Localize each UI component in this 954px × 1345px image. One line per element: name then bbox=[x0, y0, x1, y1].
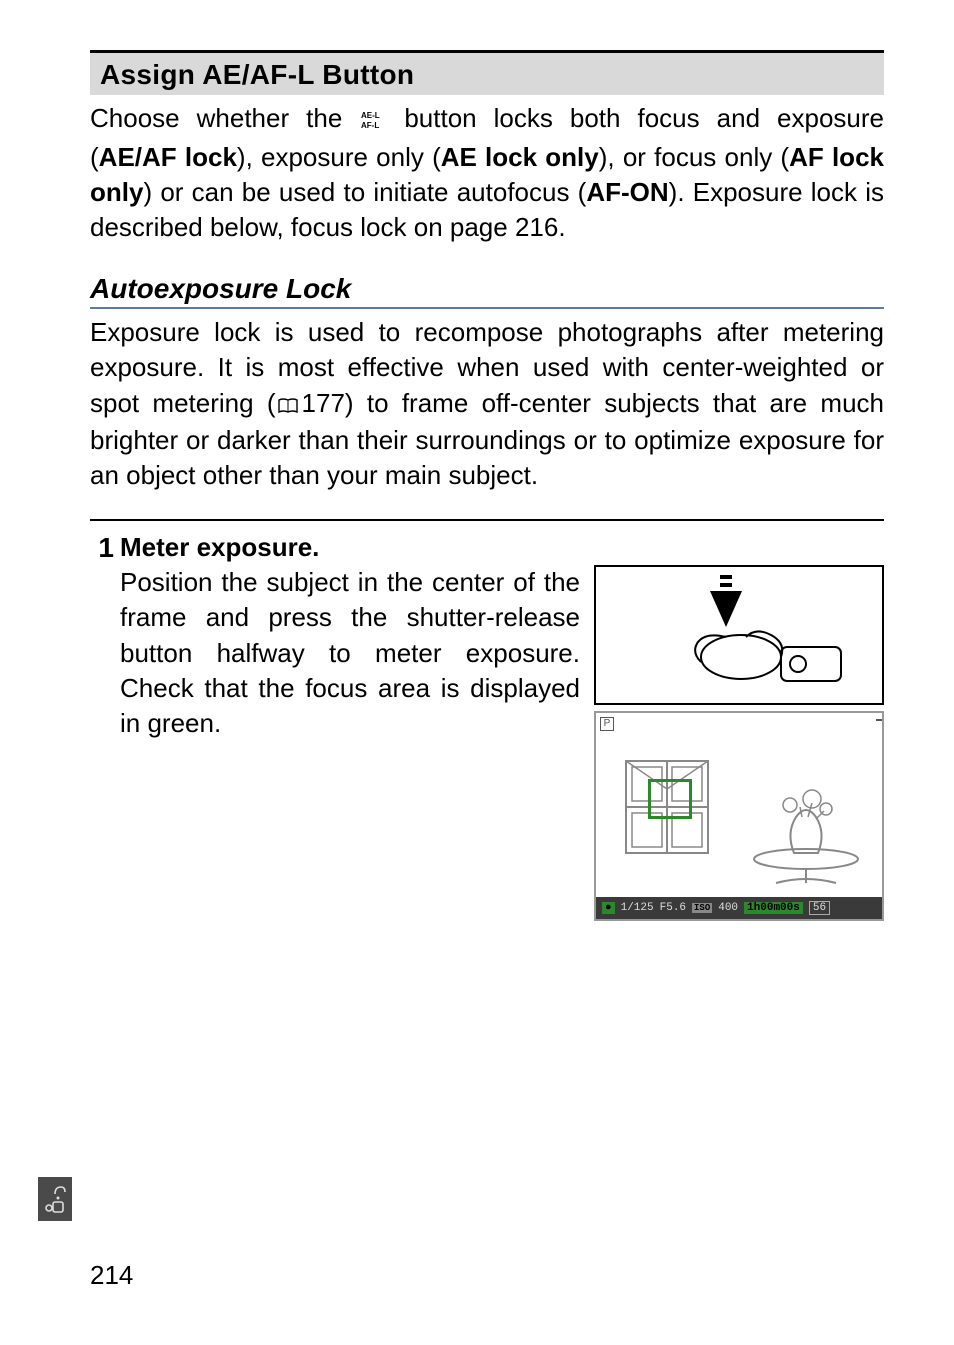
intro-bold-1: AE/AF lock bbox=[99, 142, 237, 172]
intro-text-4: ), or focus only ( bbox=[599, 142, 789, 172]
page-number: 214 bbox=[90, 1260, 133, 1291]
intro-bold-4: AF-ON bbox=[586, 177, 668, 207]
page-ref-number: 177 bbox=[302, 388, 345, 418]
subsection-paragraph: Exposure lock is used to recompose photo… bbox=[90, 315, 884, 492]
intro-bold-2: AE lock only bbox=[441, 142, 599, 172]
step-number: 1 bbox=[90, 531, 120, 922]
step-title: Meter exposure. bbox=[120, 531, 884, 564]
rec-time-readout: 1h00m00s bbox=[744, 902, 803, 914]
ae-l-af-l-glyph: AE-LAF-L bbox=[361, 105, 385, 140]
iso-label: ISO bbox=[692, 903, 712, 913]
vase-table-illustration bbox=[716, 763, 866, 893]
figure-viewfinder: P bbox=[594, 711, 884, 921]
subsection-heading: Autoexposure Lock bbox=[90, 273, 884, 309]
tick-mark bbox=[876, 719, 882, 721]
focus-area-indicator bbox=[648, 779, 692, 819]
aperture-readout: F5.6 bbox=[660, 902, 686, 914]
section-tab-icon bbox=[38, 1177, 72, 1221]
remaining-readout: 56 bbox=[809, 901, 830, 915]
mode-indicator: P bbox=[600, 717, 614, 731]
focus-confirm-dot: ● bbox=[602, 902, 615, 914]
svg-text:AE-L: AE-L bbox=[361, 111, 380, 120]
page-ref-icon bbox=[278, 388, 298, 423]
intro-text-1: Choose whether the bbox=[90, 103, 359, 133]
figure-column: P bbox=[594, 565, 884, 921]
shutter-speed-readout: 1/125 bbox=[621, 902, 654, 914]
step-1: 1 Meter exposure. Position the subject i… bbox=[90, 531, 884, 922]
svg-text:AF-L: AF-L bbox=[361, 121, 379, 130]
viewfinder-status-bar: ● 1/125 F5.6 ISO 400 1h00m00s 56 bbox=[596, 897, 882, 919]
horizontal-rule bbox=[90, 519, 884, 521]
section-heading: Assign AE/AF-L Button bbox=[90, 50, 884, 95]
down-arrow-icon bbox=[706, 575, 746, 635]
intro-text-5: ) or can be used to initiate autofocus ( bbox=[143, 177, 586, 207]
figure-press-shutter bbox=[594, 565, 884, 705]
iso-readout: 400 bbox=[718, 902, 738, 914]
intro-paragraph: Choose whether the AE-LAF-L button locks… bbox=[90, 101, 884, 245]
step-text: Position the subject in the center of th… bbox=[120, 565, 580, 921]
hand-camera-illustration bbox=[686, 627, 856, 697]
intro-text-3: ), exposure only ( bbox=[237, 142, 441, 172]
